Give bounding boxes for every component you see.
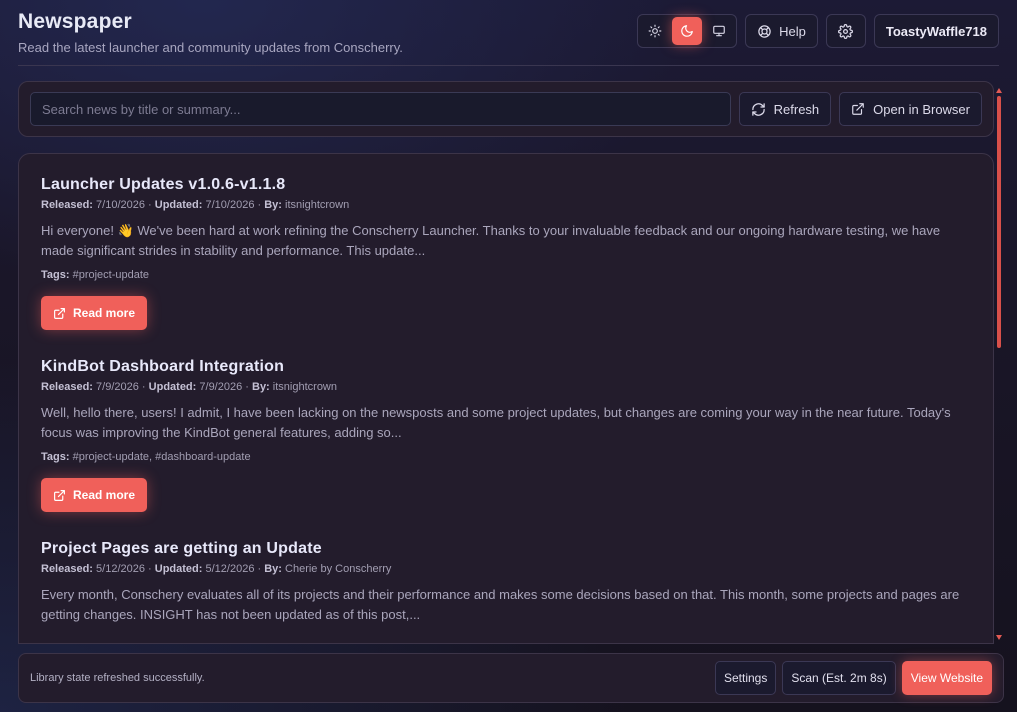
news-item: Project Pages are getting an Update Rele… — [41, 540, 971, 625]
theme-switcher — [637, 14, 738, 48]
news-meta: Released: 7/10/2026 · Updated: 7/10/2026… — [41, 199, 350, 211]
news-meta: Released: 5/12/2026 · Updated: 5/12/2026… — [41, 563, 392, 575]
help-label: Help — [779, 23, 806, 39]
read-more-label: Read more — [73, 306, 136, 320]
theme-system-button[interactable] — [704, 17, 734, 45]
lifebuoy-icon — [758, 24, 771, 38]
tag-list: #project-update, #dashboard-update — [72, 451, 251, 463]
news-tags: Tags: #project-update — [41, 269, 150, 281]
external-link-icon — [54, 489, 65, 501]
tag-list: #project-update — [72, 269, 150, 281]
news-item: Launcher Updates v1.0.6-v1.1.8 Released:… — [41, 176, 971, 330]
user-account-button[interactable]: ToastyWaffle718 — [873, 14, 999, 48]
refresh-icon — [751, 102, 765, 116]
view-website-button[interactable]: View Website — [901, 661, 992, 695]
released-date: 5/12/2026 — [96, 563, 145, 575]
monitor-icon — [713, 25, 725, 37]
author: itsnightcrown — [285, 199, 350, 211]
author: itsnightcrown — [272, 381, 337, 393]
updated-date: 7/10/2026 — [205, 199, 255, 211]
scan-button[interactable]: Scan (Est. 2m 8s) — [782, 661, 896, 695]
open-in-browser-button[interactable]: Open in Browser — [839, 92, 982, 126]
news-summary: Hi everyone! 👋 We've been hard at work r… — [41, 223, 941, 258]
search-panel: Refresh Open in Browser — [18, 81, 994, 137]
released-date: 7/10/2026 — [96, 199, 145, 211]
updated-date: 7/9/2026 — [199, 381, 243, 393]
news-scrollbar[interactable] — [996, 88, 1002, 640]
open-in-browser-label: Open in Browser — [873, 101, 970, 117]
settings-button[interactable]: Settings — [715, 661, 777, 695]
news-list: Launcher Updates v1.0.6-v1.1.8 Released:… — [18, 153, 994, 644]
sun-icon — [648, 24, 662, 38]
external-link-icon — [54, 307, 65, 319]
search-input[interactable] — [30, 92, 731, 126]
news-summary: Well, hello there, users! I admit, I hav… — [41, 405, 951, 440]
scrollbar-thumb[interactable] — [997, 96, 1001, 348]
news-summary: Every month, Conschery evaluates all of … — [41, 587, 960, 622]
author: Cherie by Conscherry — [285, 563, 392, 575]
status-message: Library state refreshed successfully. — [30, 672, 205, 684]
theme-dark-button[interactable] — [672, 17, 703, 45]
refresh-label: Refresh — [773, 101, 820, 117]
news-title: Project Pages are getting an Update — [41, 540, 322, 557]
external-link-icon — [852, 103, 865, 115]
scroll-up-arrow-icon[interactable] — [996, 88, 1002, 93]
gear-icon — [838, 23, 854, 39]
read-more-button[interactable]: Read more — [41, 296, 148, 330]
news-title: KindBot Dashboard Integration — [41, 358, 285, 375]
released-date: 7/9/2026 — [96, 381, 139, 393]
scroll-down-arrow-icon[interactable] — [996, 635, 1002, 640]
news-item: KindBot Dashboard Integration Released: … — [41, 358, 971, 512]
refresh-button[interactable]: Refresh — [738, 92, 832, 126]
news-title: Launcher Updates v1.0.6-v1.1.8 — [41, 176, 286, 193]
moon-icon — [681, 25, 693, 37]
status-bar: Library state refreshed successfully. Se… — [18, 653, 1004, 703]
updated-date: 5/12/2026 — [205, 563, 255, 575]
news-tags: Tags: #project-update, #dashboard-update — [41, 451, 251, 463]
read-more-button[interactable]: Read more — [41, 478, 148, 512]
news-meta: Released: 7/9/2026 · Updated: 7/9/2026 ·… — [41, 381, 337, 393]
read-more-label: Read more — [73, 488, 136, 502]
top-controls: Help ToastyWaffle718 — [637, 14, 999, 48]
theme-light-button[interactable] — [640, 17, 670, 45]
help-button[interactable]: Help — [745, 14, 818, 48]
header-divider — [18, 65, 999, 66]
settings-gear-button[interactable] — [825, 14, 866, 48]
